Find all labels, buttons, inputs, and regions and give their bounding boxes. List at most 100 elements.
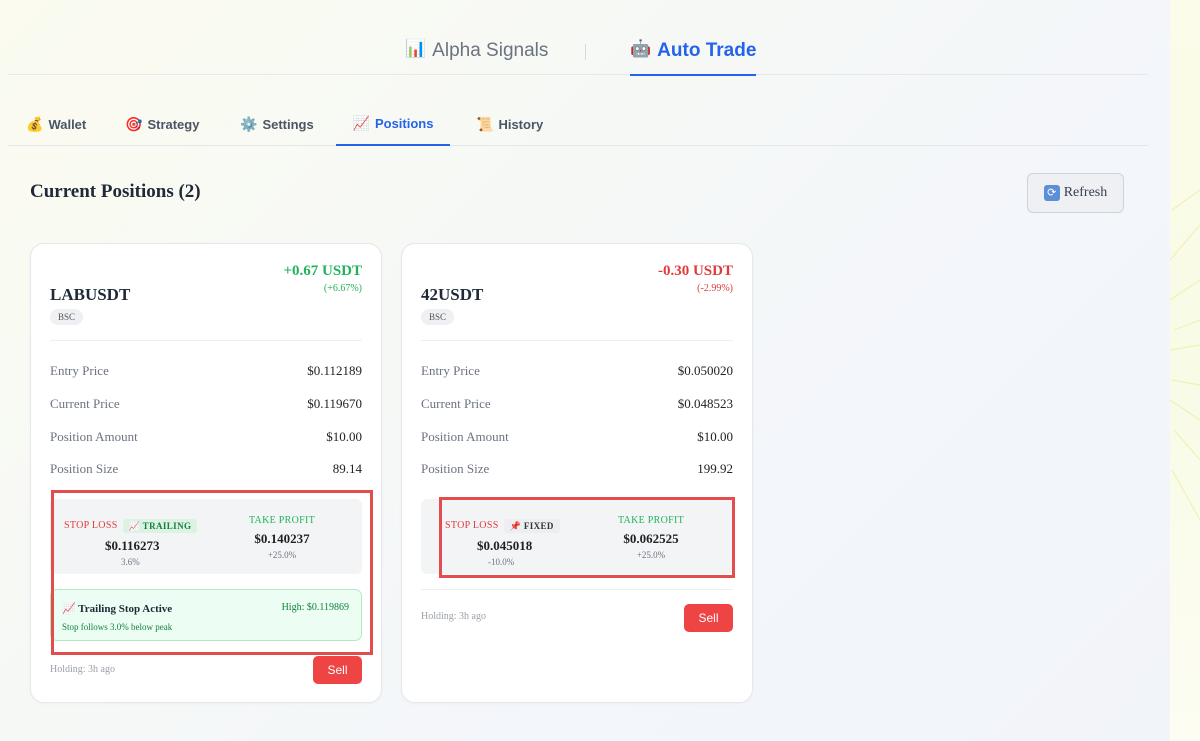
tab-label: Settings <box>262 117 314 132</box>
take-profit-block: TAKE PROFIT $0.062525 +25.0% <box>615 515 687 560</box>
pnl: -0.30 USDT (-2.99%) <box>658 263 733 294</box>
row-label: Current Price <box>50 396 120 411</box>
info-row: Current Price $0.119670 <box>50 396 362 412</box>
bar-chart-icon: 📊 <box>405 39 427 58</box>
tab-strategy[interactable]: 🎯 Strategy <box>125 104 199 146</box>
position-symbol: LABUSDT <box>50 285 131 304</box>
trailing-stop-panel: 📈 Trailing Stop Active High: $0.119869 S… <box>50 589 362 641</box>
refresh-label: Refresh <box>1063 185 1108 200</box>
pnl: +0.67 USDT (+6.67%) <box>283 263 362 294</box>
row-label: Current Price <box>421 396 491 411</box>
tab-label: Positions <box>374 116 434 131</box>
chain-badge: BSC <box>50 309 84 325</box>
chart-up-icon: 📈 <box>128 521 141 532</box>
row-label: Entry Price <box>50 363 109 378</box>
info-row: Position Amount $10.00 <box>50 429 362 445</box>
tab-alpha-signals[interactable]: 📊 Alpha Signals <box>405 38 548 76</box>
main-tab-bar: 📊 Alpha Signals 🤖 Auto Trade <box>8 0 1148 76</box>
row-value: $0.119670 <box>307 396 362 411</box>
tab-label: Auto Trade <box>657 40 757 61</box>
sl-tp-panel: STOP LOSS 📌 FIXED $0.045018 -10.0% TAKE … <box>421 499 733 574</box>
info-row: Position Size 199.92 <box>421 461 733 477</box>
gear-icon: ⚙️ <box>240 116 258 132</box>
row-value: $0.112189 <box>307 363 362 378</box>
stop-loss-percent: -10.0% <box>488 557 515 567</box>
page-title: Current Positions (2) <box>30 181 201 202</box>
row-label: Position Size <box>421 461 490 476</box>
decorative-edge <box>1170 0 1200 741</box>
position-card: +0.67 USDT (+6.67%) LABUSDT BSC Entry Pr… <box>30 243 382 703</box>
tab-label: Wallet <box>48 117 87 132</box>
row-label: Entry Price <box>421 363 480 378</box>
refresh-button[interactable]: ⟳ Refresh <box>1027 173 1124 213</box>
row-value: $10.00 <box>697 429 733 444</box>
chart-up-icon: 📈 <box>352 115 370 131</box>
stop-loss-block: STOP LOSS 📈 TRAILING $0.116273 3.6% <box>64 515 198 567</box>
row-label: Position Size <box>50 461 119 476</box>
scroll-icon: 📜 <box>476 116 494 132</box>
sl-tp-panel: STOP LOSS 📈 TRAILING $0.116273 3.6% TAKE… <box>50 499 362 574</box>
tab-history[interactable]: 📜 History <box>476 104 543 146</box>
row-value: 89.14 <box>332 461 362 476</box>
info-row: Position Size 89.14 <box>50 461 362 477</box>
row-label: Position Amount <box>421 429 509 444</box>
refresh-icon: ⟳ <box>1043 185 1060 201</box>
stop-loss-block: STOP LOSS 📌 FIXED $0.045018 -10.0% <box>445 515 560 567</box>
pnl-value: -0.30 USDT <box>657 263 733 279</box>
pnl-value: +0.67 USDT <box>283 263 362 279</box>
divider <box>421 340 733 341</box>
take-profit-percent: +25.0% <box>267 550 297 560</box>
tab-label: Strategy <box>147 117 200 132</box>
row-value: $10.00 <box>326 429 362 444</box>
stop-loss-price: $0.045018 <box>477 538 533 553</box>
row-value: 199.92 <box>697 461 733 476</box>
trailing-title: Trailing Stop Active <box>78 603 173 615</box>
sell-button[interactable]: Sell <box>313 656 362 684</box>
chain-badge: BSC <box>421 309 455 325</box>
position-card: -0.30 USDT (-2.99%) 42USDT BSC Entry Pri… <box>401 243 753 703</box>
mode-label: TRAILING <box>142 520 192 531</box>
sub-tab-bar: 💰 Wallet 🎯 Strategy ⚙️ Settings 📈 Positi… <box>8 104 1148 146</box>
stop-loss-price: $0.116273 <box>105 538 160 553</box>
chart-up-icon: 📈 <box>62 602 76 615</box>
take-profit-label: TAKE PROFIT <box>248 515 316 526</box>
tab-positions[interactable]: 📈 Positions <box>336 104 450 146</box>
stop-loss-label: STOP LOSS <box>64 520 118 531</box>
info-row: Entry Price $0.112189 <box>50 363 362 379</box>
trailing-high: High: $0.119869 <box>281 602 349 613</box>
holding-time: Holding: 3h ago <box>421 611 486 622</box>
pin-icon: 📌 <box>509 521 522 532</box>
divider <box>421 589 733 590</box>
tab-wallet[interactable]: 💰 Wallet <box>26 104 86 146</box>
robot-icon: 🤖 <box>630 39 652 58</box>
money-bag-icon: 💰 <box>26 116 44 132</box>
pnl-percent: (+6.67%) <box>323 283 362 294</box>
row-value: $0.050020 <box>677 363 733 378</box>
sell-button[interactable]: Sell <box>684 604 733 632</box>
row-label: Position Amount <box>50 429 138 444</box>
mode-badge: 📈 TRAILING <box>122 518 198 533</box>
take-profit-price: $0.140237 <box>254 531 310 546</box>
info-row: Entry Price $0.050020 <box>421 363 733 379</box>
tab-divider <box>585 44 586 60</box>
pnl-percent: (-2.99%) <box>697 283 733 294</box>
divider <box>50 340 362 341</box>
stop-loss-label: STOP LOSS <box>445 520 499 531</box>
take-profit-price: $0.062525 <box>623 531 679 546</box>
info-row: Current Price $0.048523 <box>421 396 733 412</box>
tab-label: Alpha Signals <box>432 40 549 61</box>
mode-badge: 📌 FIXED <box>503 518 560 533</box>
trailing-description: Stop follows 3.0% below peak <box>62 622 173 632</box>
tab-label: History <box>498 117 544 132</box>
mode-label: FIXED <box>523 520 554 531</box>
take-profit-block: TAKE PROFIT $0.140237 +25.0% <box>247 515 317 560</box>
tab-settings[interactable]: ⚙️ Settings <box>240 104 314 146</box>
holding-time: Holding: 3h ago <box>50 664 115 675</box>
take-profit-percent: +25.0% <box>636 550 666 560</box>
take-profit-label: TAKE PROFIT <box>617 515 685 526</box>
tab-auto-trade[interactable]: 🤖 Auto Trade <box>630 38 757 76</box>
stop-loss-percent: 3.6% <box>121 557 140 567</box>
position-symbol: 42USDT <box>421 285 484 304</box>
info-row: Position Amount $10.00 <box>421 429 733 445</box>
row-value: $0.048523 <box>677 396 733 411</box>
